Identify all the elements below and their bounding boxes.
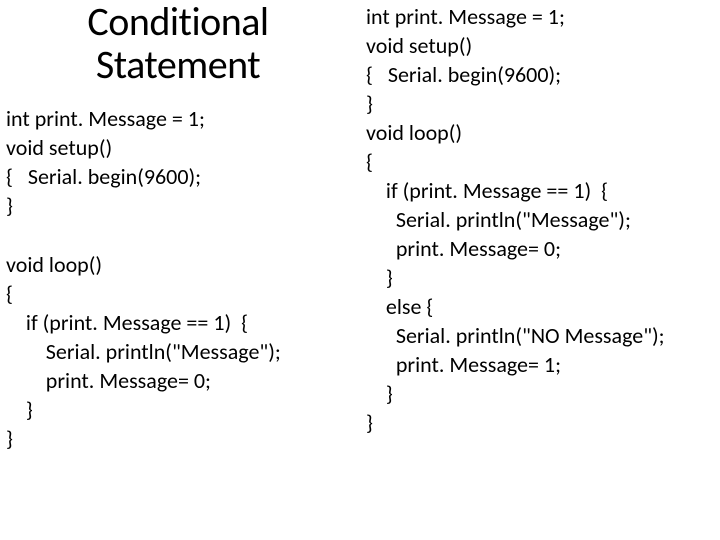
title-line-1: Conditional — [87, 0, 268, 46]
left-column: Conditional Statement int print. Message… — [0, 0, 360, 540]
right-column: int print. Message = 1; void setup() { S… — [360, 0, 720, 540]
title-line-2: Statement — [96, 40, 260, 89]
right-code-block: int print. Message = 1; void setup() { S… — [366, 2, 710, 437]
left-code-block: int print. Message = 1; void setup() { S… — [6, 104, 350, 452]
slide-title: Conditional Statement — [6, 0, 350, 86]
slide: Conditional Statement int print. Message… — [0, 0, 720, 540]
